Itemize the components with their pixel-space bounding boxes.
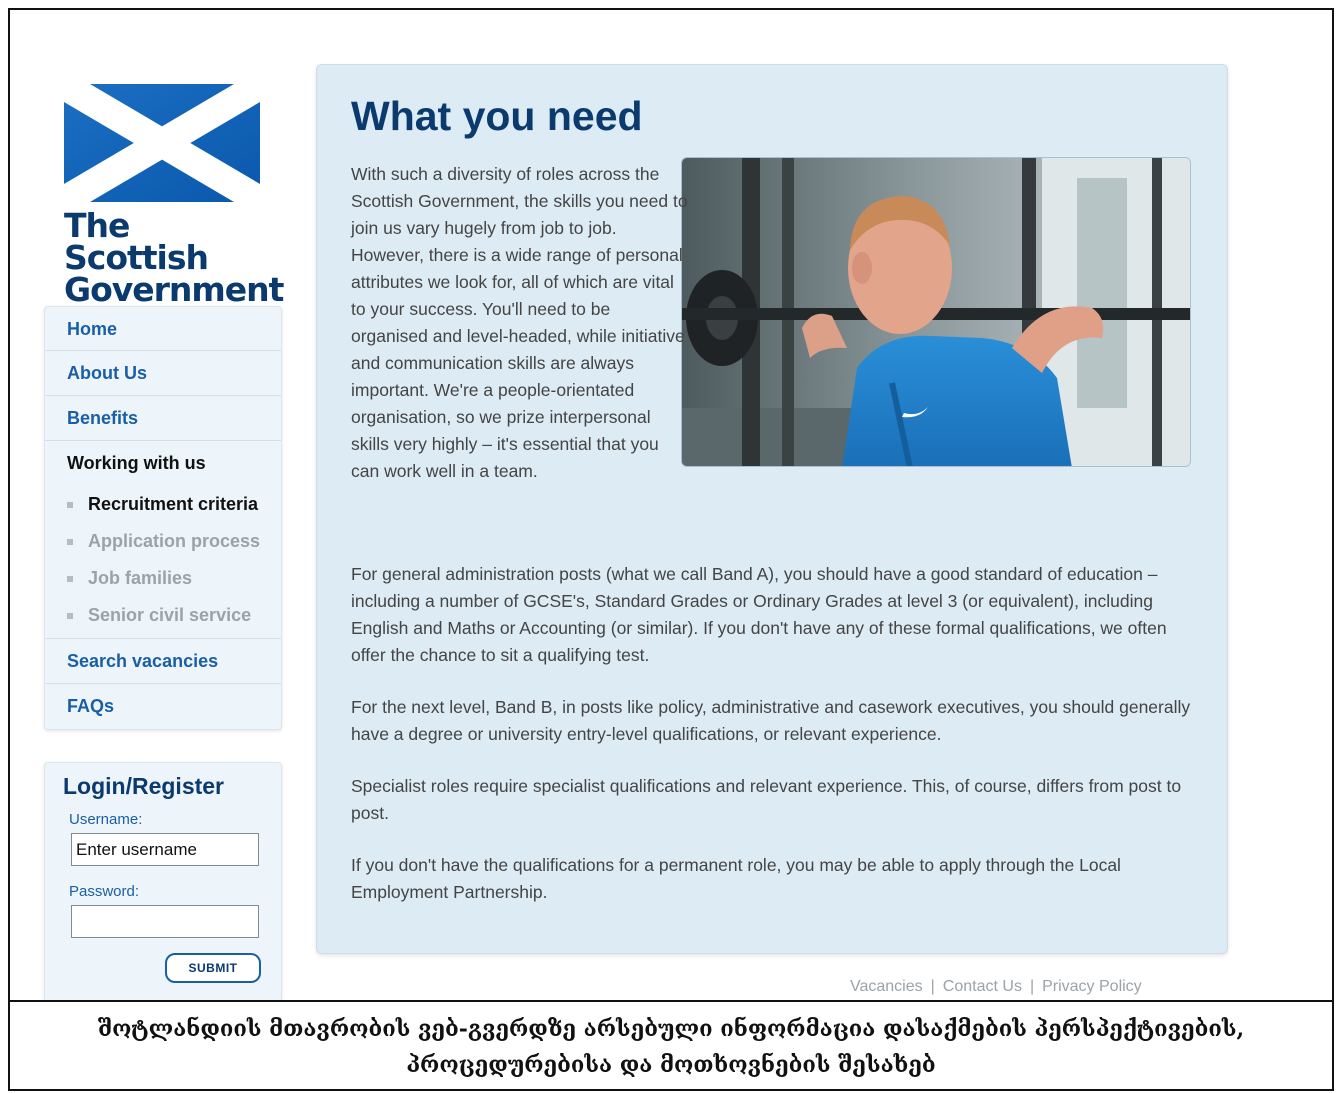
- intro-paragraph: With such a diversity of roles across th…: [351, 164, 688, 481]
- nav-subitem-recruitment-criteria[interactable]: Recruitment criteria: [45, 486, 281, 523]
- footer-separator: |: [930, 978, 935, 995]
- figure-caption: შოტლანდიის მთავრობის ვებ-გვერდზე არსებულ…: [97, 1015, 1245, 1078]
- main-content-panel: What you need With such a diversity of r…: [316, 64, 1228, 954]
- nav-item-faqs[interactable]: FAQs: [45, 684, 281, 729]
- gym-photo: [681, 157, 1191, 467]
- nav-subitem-label: Job families: [88, 568, 193, 588]
- paragraph-band-b: For the next level, Band B, in posts lik…: [351, 697, 1191, 744]
- logo-text-line2: Government: [64, 270, 284, 309]
- square-bullet-icon: [67, 612, 73, 619]
- password-label: Password:: [69, 883, 140, 900]
- nav-subitem-label: Application process: [88, 531, 261, 551]
- square-bullet-icon: [67, 538, 73, 545]
- login-panel: Login/Register Username: Password: SUBMI…: [44, 762, 282, 1000]
- nav-item-search-vacancies[interactable]: Search vacancies: [45, 639, 281, 684]
- man-lifting-barbell-image: [682, 158, 1190, 466]
- webpage-screenshot: The Scottish Government Home About Us Be…: [10, 10, 1332, 1000]
- login-title: Login/Register: [63, 773, 225, 799]
- paragraph-band-a: For general administration posts (what w…: [351, 564, 1167, 665]
- scottish-government-logo[interactable]: The Scottish Government: [64, 84, 284, 309]
- square-bullet-icon: [67, 501, 73, 508]
- footer-link-vacancies[interactable]: Vacancies: [850, 978, 923, 995]
- username-input[interactable]: [71, 833, 259, 866]
- figure-frame: The Scottish Government Home About Us Be…: [8, 8, 1334, 1091]
- nav-item-home[interactable]: Home: [45, 307, 281, 351]
- sidebar-nav: Home About Us Benefits Working with us R…: [44, 306, 282, 730]
- saltire-flag-icon: [64, 84, 260, 202]
- paragraph-local-employment: If you don't have the qualifications for…: [351, 855, 1121, 902]
- nav-subitem-application-process[interactable]: Application process: [45, 523, 281, 560]
- nav-item-working-with-us[interactable]: Working with us: [45, 441, 281, 486]
- password-input[interactable]: [71, 905, 259, 938]
- footer-links: Vacancies | Contact Us | Privacy Policy: [846, 978, 1146, 996]
- nav-subitem-senior-civil-service[interactable]: Senior civil service: [45, 597, 281, 634]
- caption-bar: შოტლანდიის მთავრობის ვებ-გვერდზე არსებულ…: [10, 1000, 1332, 1089]
- footer-link-privacy-policy[interactable]: Privacy Policy: [1042, 978, 1142, 995]
- footer-link-contact-us[interactable]: Contact Us: [943, 978, 1022, 995]
- logo-text-line1: The Scottish: [64, 206, 209, 277]
- nav-item-about-us[interactable]: About Us: [45, 351, 281, 396]
- nav-item-benefits[interactable]: Benefits: [45, 396, 281, 441]
- submit-button[interactable]: SUBMIT: [165, 953, 261, 983]
- paragraph-specialist: Specialist roles require specialist qual…: [351, 776, 1182, 823]
- square-bullet-icon: [67, 575, 73, 582]
- username-label: Username:: [69, 811, 143, 828]
- nav-subitem-label: Recruitment criteria: [88, 494, 259, 514]
- nav-submenu: Recruitment criteria Application process…: [45, 486, 281, 639]
- page-title: What you need: [351, 93, 643, 139]
- footer-separator: |: [1029, 978, 1035, 995]
- nav-subitem-label: Senior civil service: [88, 605, 252, 625]
- nav-subitem-job-families[interactable]: Job families: [45, 560, 281, 597]
